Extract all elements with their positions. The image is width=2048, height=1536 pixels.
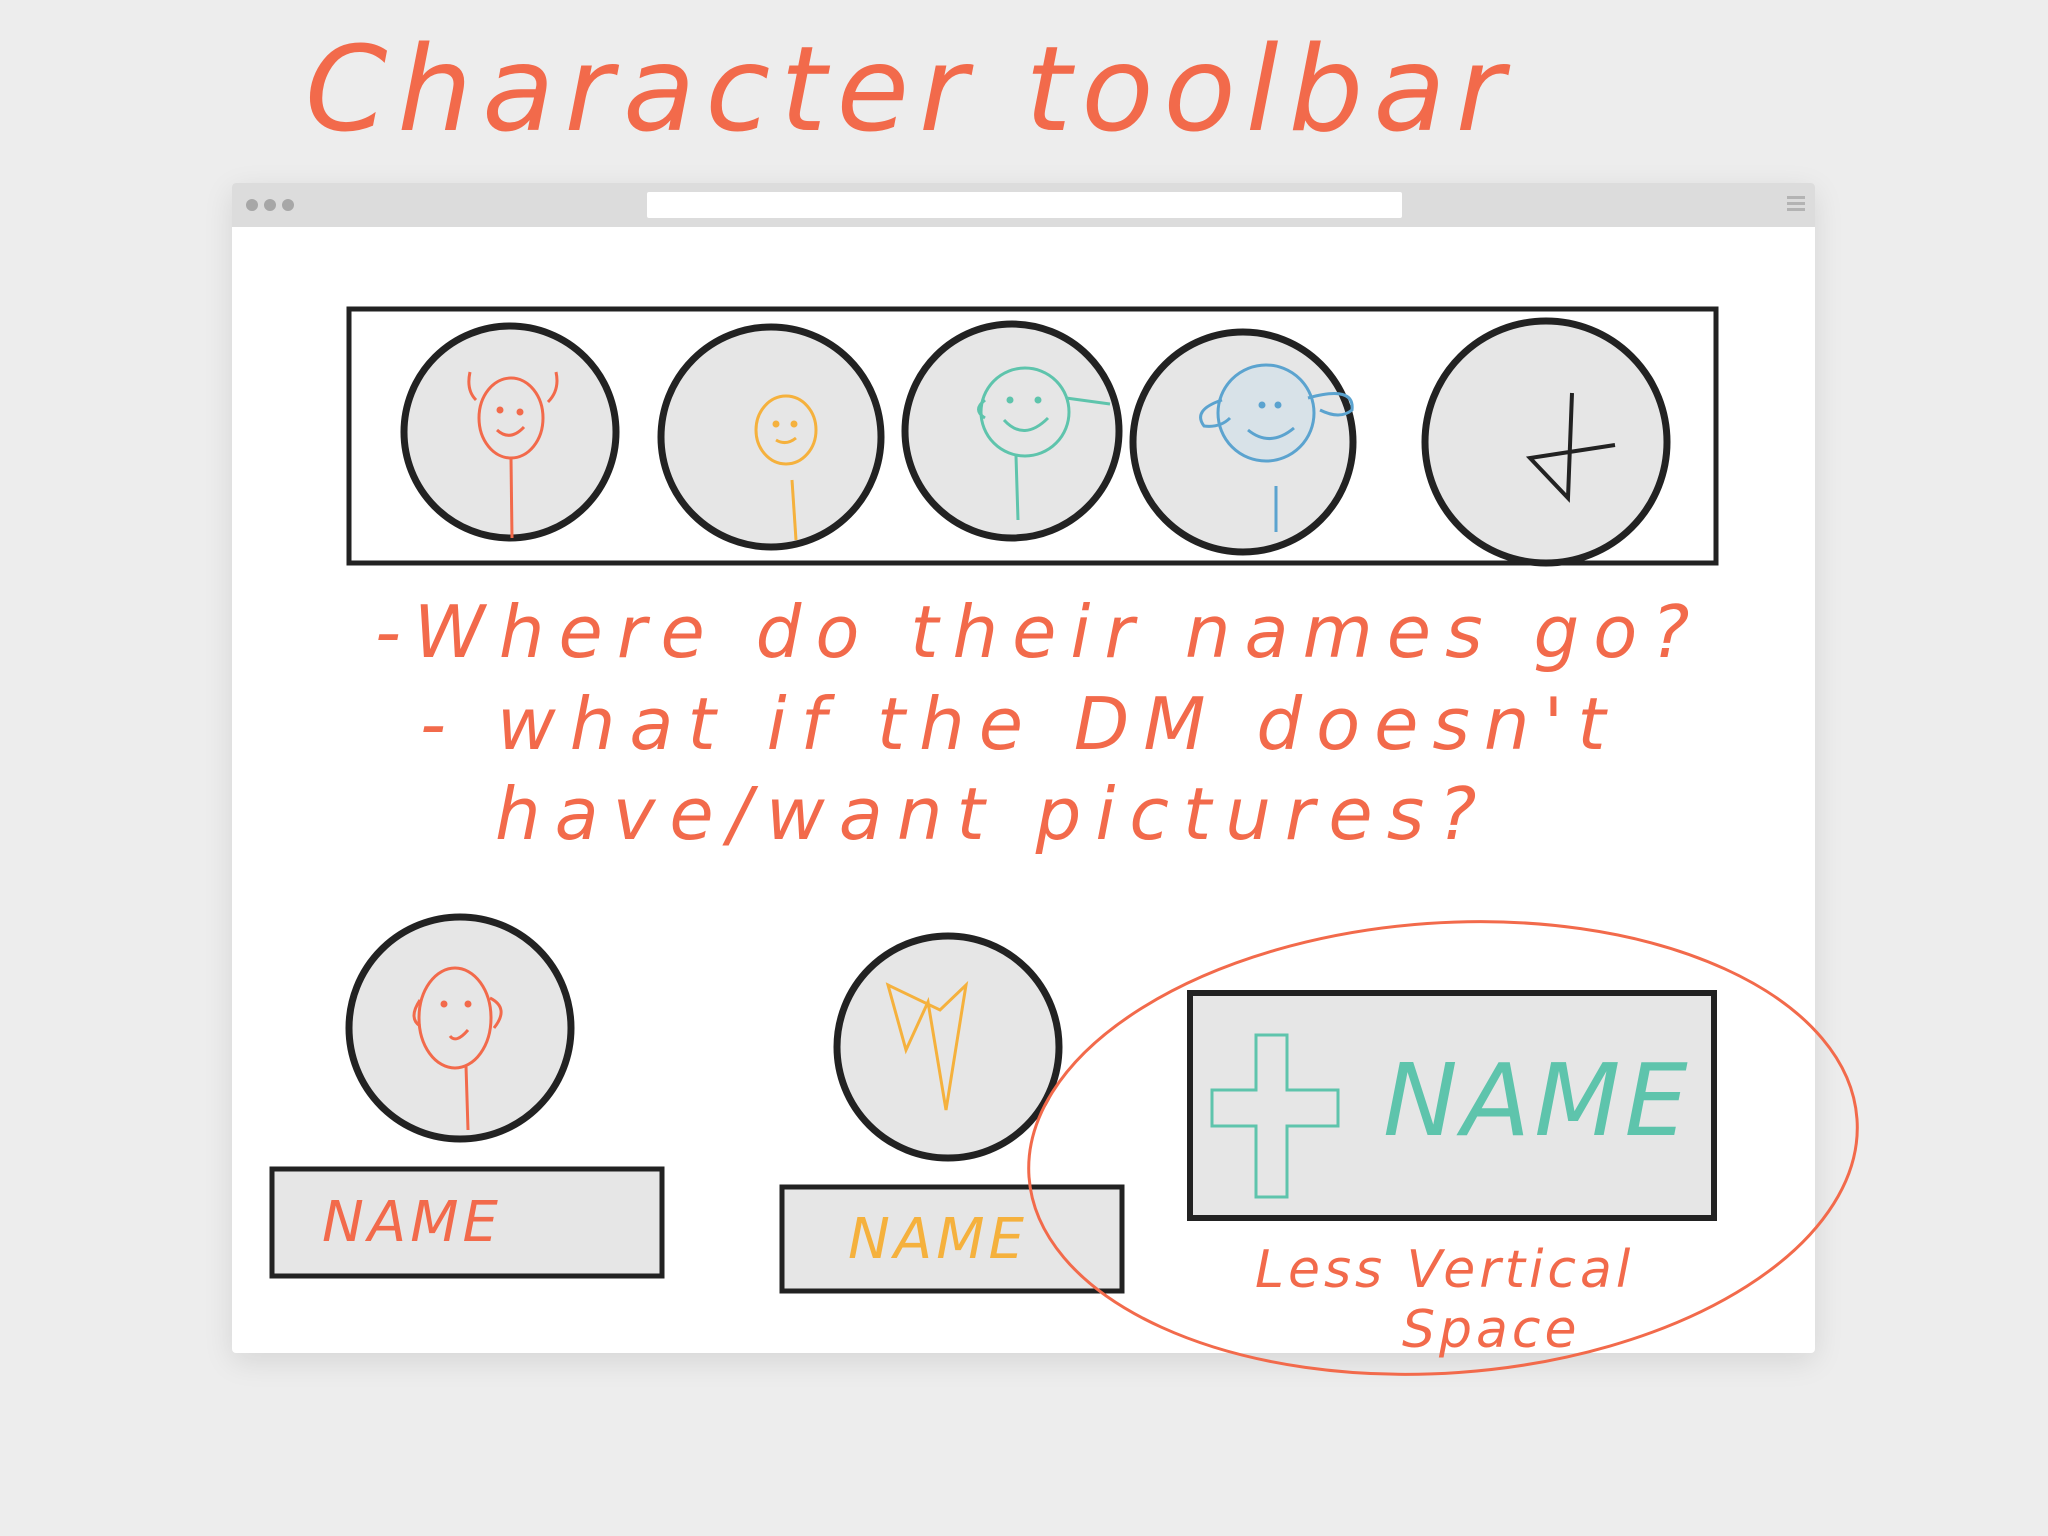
sketch-canvas — [269, 306, 1859, 1376]
toolbar-avatar-2[interactable] — [657, 323, 885, 551]
note-line-2: - what if the DM doesn't — [420, 682, 1620, 766]
option-3-note-line-2: Space — [1402, 1300, 1581, 1360]
note-line-3: have/want pictures? — [495, 772, 1491, 856]
toolbar-avatar-3[interactable] — [901, 320, 1123, 542]
option-2-avatar — [833, 932, 1063, 1162]
option-2-name-label: NAME — [848, 1207, 1028, 1272]
toolbar-avatar-4[interactable] — [1129, 328, 1357, 556]
toolbar-add-button[interactable] — [1421, 317, 1671, 567]
option-3-name-label: NAME — [1383, 1042, 1692, 1159]
option-1-name-label: NAME — [322, 1190, 502, 1255]
option-3-note-line-1: Less Vertical — [1255, 1240, 1635, 1300]
toolbar-avatar-1[interactable] — [400, 322, 620, 542]
option-1-avatar — [345, 913, 575, 1143]
note-line-1: -Where do their names go? — [375, 590, 1704, 674]
